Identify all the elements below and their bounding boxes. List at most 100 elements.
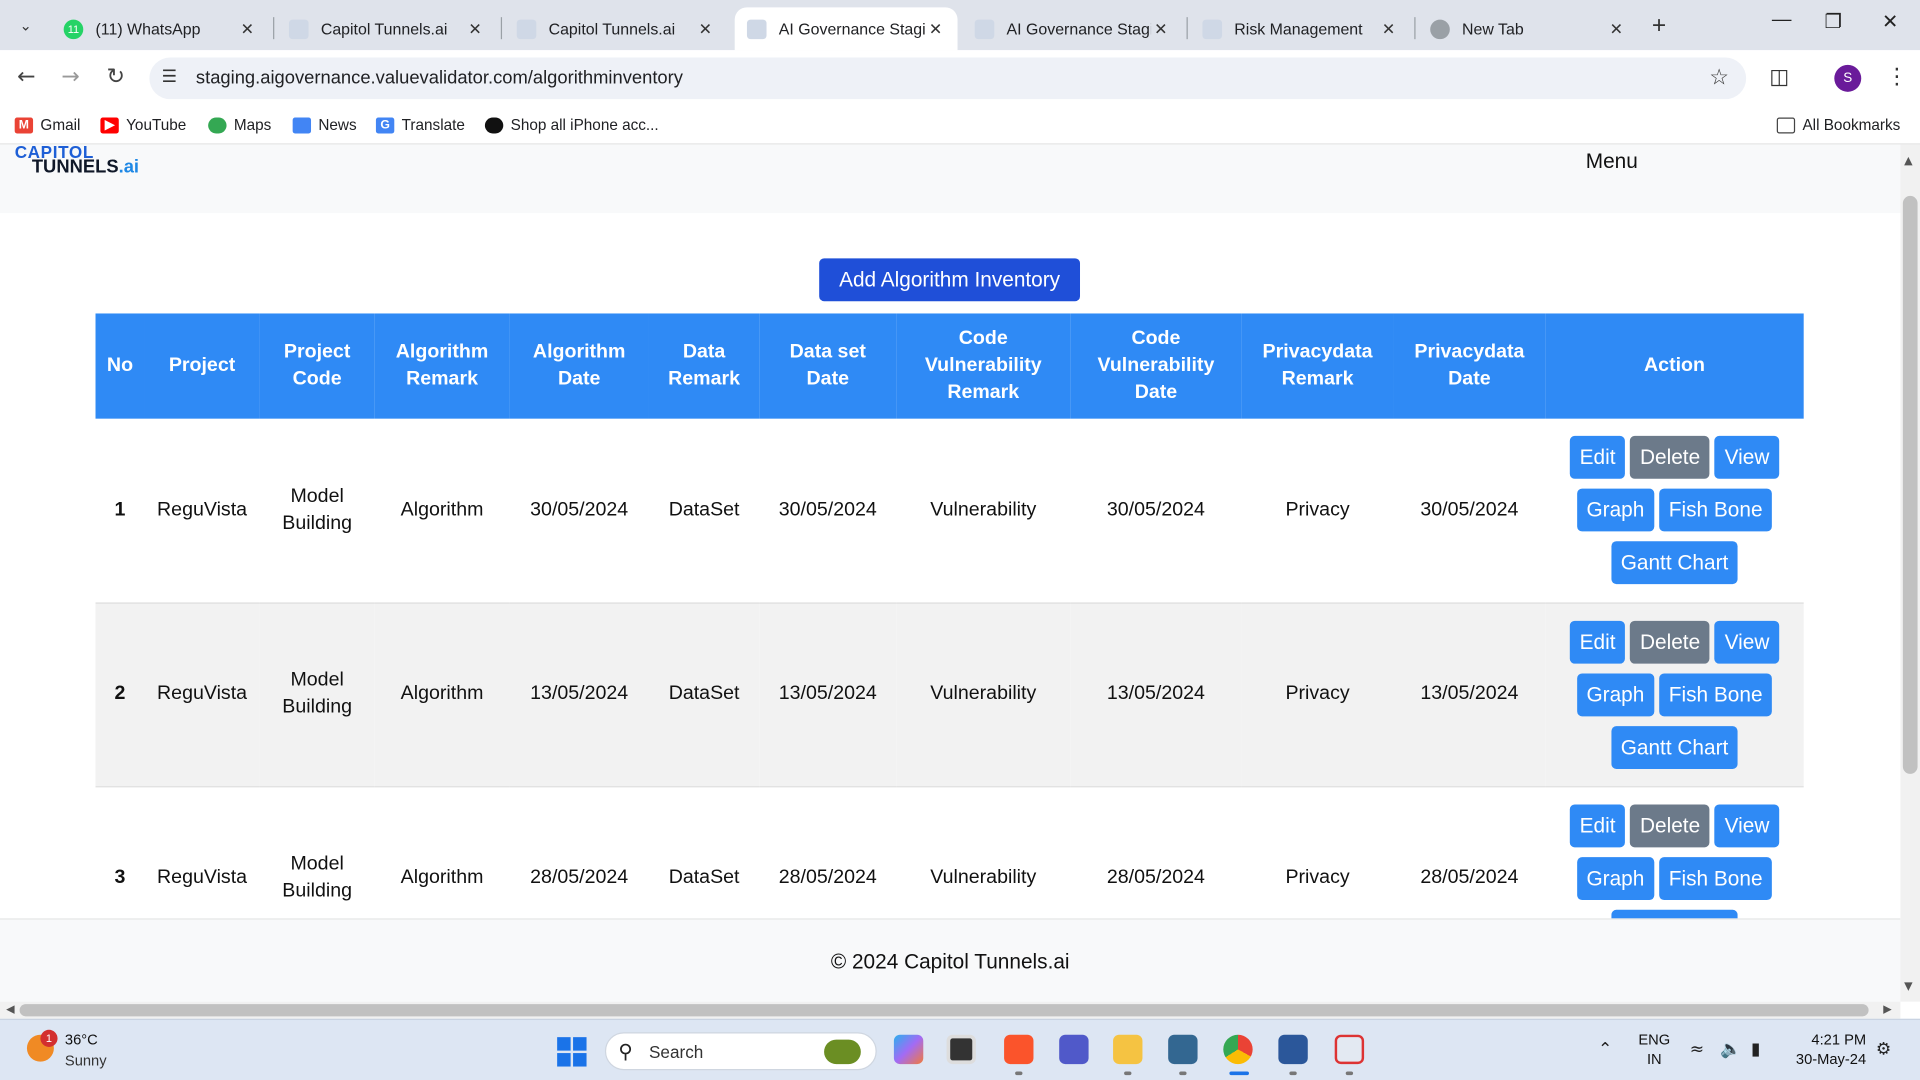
tab-ai-governance-active[interactable]: AI Governance Stagin ✕: [734, 7, 958, 51]
taskbar-search-box[interactable]: ⚲ Search: [604, 1032, 877, 1071]
wifi-icon[interactable]: ≈: [1690, 1040, 1704, 1060]
postgresql-icon[interactable]: [1168, 1034, 1198, 1065]
reload-icon[interactable]: ↻: [107, 64, 125, 90]
volume-icon[interactable]: 🔈: [1720, 1040, 1741, 1060]
back-arrow-icon[interactable]: ←: [17, 64, 35, 90]
close-tab-icon[interactable]: ✕: [1607, 19, 1627, 39]
all-bookmarks[interactable]: All Bookmarks: [1776, 116, 1900, 133]
weather-condition[interactable]: Sunny: [65, 1052, 107, 1069]
address-bar[interactable]: ☰ staging.aigovernance.valuevalidator.co…: [149, 57, 1747, 100]
cell-dataset-date: 30/05/2024: [759, 418, 897, 603]
edit-button[interactable]: Edit: [1569, 620, 1626, 664]
language-indicator[interactable]: ENG IN: [1638, 1030, 1670, 1069]
battery-icon[interactable]: ▮: [1751, 1040, 1760, 1060]
close-tab-icon[interactable]: ✕: [1379, 19, 1399, 39]
cell-vulnerability-date: 13/05/2024: [1070, 602, 1242, 787]
tab-whatsapp[interactable]: 11 (11) WhatsApp ✕: [51, 7, 269, 50]
col-header-code-vulnerability-remark: Code Vulnerability Remark: [896, 313, 1071, 419]
col-header-dataset-date: Data set Date: [759, 313, 897, 419]
tab-risk-management[interactable]: Risk Management ✕: [1190, 7, 1410, 50]
word-icon[interactable]: [1278, 1034, 1308, 1065]
scroll-down-arrow-icon[interactable]: ▼: [1904, 981, 1912, 993]
edit-button[interactable]: Edit: [1569, 436, 1626, 480]
extensions-puzzle-icon[interactable]: ◫: [1769, 65, 1789, 89]
delete-button[interactable]: Delete: [1630, 620, 1710, 664]
cell-privacy-remark: Privacy: [1241, 418, 1394, 603]
scroll-left-arrow-icon[interactable]: ◀: [6, 1004, 14, 1016]
tab-capitol-tunnels-1[interactable]: Capitol Tunnels.ai ✕: [277, 7, 497, 50]
tab-search-chevron-icon[interactable]: ⌄: [10, 10, 42, 42]
bookmark-news[interactable]: News: [292, 116, 357, 133]
vertical-scrollbar-thumb[interactable]: [1902, 195, 1918, 774]
teams-icon[interactable]: [1059, 1034, 1089, 1065]
cell-project: ReguVista: [144, 602, 260, 787]
scroll-up-arrow-icon[interactable]: ▲: [1904, 156, 1912, 168]
view-button[interactable]: View: [1714, 620, 1780, 664]
fish-bone-button[interactable]: Fish Bone: [1659, 488, 1773, 532]
window-close-icon[interactable]: ✕: [1882, 10, 1898, 34]
bookmark-translate[interactable]: G Translate: [375, 116, 465, 133]
tab-new-tab[interactable]: New Tab ✕: [1418, 7, 1638, 50]
bookmark-youtube[interactable]: ▶ YouTube: [100, 116, 186, 133]
view-button[interactable]: View: [1714, 436, 1780, 480]
close-tab-icon[interactable]: ✕: [238, 19, 258, 39]
forward-arrow-icon[interactable]: →: [61, 64, 79, 90]
graph-button[interactable]: Graph: [1576, 856, 1655, 900]
close-tab-icon[interactable]: ✕: [1151, 19, 1171, 39]
cell-algorithm-remark: Algorithm: [374, 418, 510, 603]
browser-menu-icon[interactable]: ⋮: [1886, 64, 1908, 90]
site-settings-icon[interactable]: ☰: [162, 67, 177, 87]
clock[interactable]: 4:21 PM 30-May-24: [1790, 1030, 1866, 1069]
gantt-chart-button[interactable]: Gantt Chart: [1610, 725, 1739, 769]
file-explorer-icon[interactable]: [1113, 1034, 1143, 1065]
cell-privacy-remark: Privacy: [1241, 602, 1394, 787]
chrome-icon[interactable]: [1223, 1034, 1253, 1065]
tab-ai-governance-2[interactable]: AI Governance Stagin ✕: [962, 7, 1182, 50]
show-hidden-icons-chevron-icon[interactable]: ⌃: [1598, 1040, 1612, 1060]
notifications-icon[interactable]: ⚙: [1876, 1040, 1891, 1060]
delete-button[interactable]: Delete: [1630, 803, 1710, 847]
bookmark-gmail[interactable]: M Gmail: [14, 116, 80, 133]
scroll-right-arrow-icon[interactable]: ▶: [1883, 1004, 1891, 1016]
fish-bone-button[interactable]: Fish Bone: [1659, 856, 1773, 900]
add-algorithm-inventory-button[interactable]: Add Algorithm Inventory: [819, 258, 1081, 302]
profile-avatar[interactable]: S: [1834, 64, 1862, 92]
tab-capitol-tunnels-2[interactable]: Capitol Tunnels.ai ✕: [504, 7, 727, 50]
brave-browser-icon[interactable]: [1004, 1034, 1034, 1065]
col-header-algorithm-remark: Algorithm Remark: [374, 313, 510, 419]
bookmark-star-icon[interactable]: ☆: [1709, 65, 1729, 91]
close-tab-icon[interactable]: ✕: [465, 19, 485, 39]
snipping-tool-icon[interactable]: [1334, 1034, 1365, 1065]
capitol-tunnels-favicon-icon: [974, 18, 995, 39]
bookmark-shop-iphone[interactable]: Shop all iPhone acc...: [484, 116, 659, 133]
folder-icon: [1776, 116, 1796, 133]
minimize-icon[interactable]: —: [1772, 10, 1792, 32]
delete-button[interactable]: Delete: [1630, 436, 1710, 480]
cell-algorithm-remark: Algorithm: [374, 602, 510, 787]
new-tab-plus-icon[interactable]: +: [1652, 12, 1666, 40]
graph-button[interactable]: Graph: [1576, 672, 1655, 716]
table-row: 1 ReguVista Model Building Algorithm 30/…: [95, 418, 1804, 603]
graph-button[interactable]: Graph: [1576, 488, 1655, 532]
bookmarks-bar: M Gmail ▶ YouTube Maps News G Translate Sho…: [0, 106, 1920, 145]
translate-icon: G: [375, 116, 395, 133]
restore-icon[interactable]: ❐: [1825, 10, 1843, 34]
copilot-icon[interactable]: [893, 1034, 924, 1065]
close-tab-icon[interactable]: ✕: [926, 19, 946, 39]
site-logo[interactable]: TUNNELS.ai: [32, 157, 139, 178]
url-text[interactable]: staging.aigovernance.valuevalidator.com/…: [196, 67, 683, 88]
close-tab-icon[interactable]: ✕: [696, 19, 716, 39]
fish-bone-button[interactable]: Fish Bone: [1659, 672, 1773, 716]
menu-toggle[interactable]: Menu: [1586, 149, 1638, 173]
gantt-chart-button[interactable]: Gantt Chart: [1610, 541, 1739, 585]
cell-algorithm-date: 13/05/2024: [509, 602, 649, 787]
col-header-project: Project: [144, 313, 260, 419]
edit-button[interactable]: Edit: [1569, 803, 1626, 847]
windows-start-icon[interactable]: [557, 1037, 587, 1067]
task-view-icon[interactable]: [946, 1034, 976, 1065]
bookmark-maps[interactable]: Maps: [208, 116, 271, 133]
horizontal-scrollbar-thumb[interactable]: [19, 1004, 1869, 1017]
view-button[interactable]: View: [1714, 803, 1780, 847]
tab-title: New Tab: [1462, 19, 1524, 38]
weather-temperature[interactable]: 36°C: [65, 1031, 98, 1048]
